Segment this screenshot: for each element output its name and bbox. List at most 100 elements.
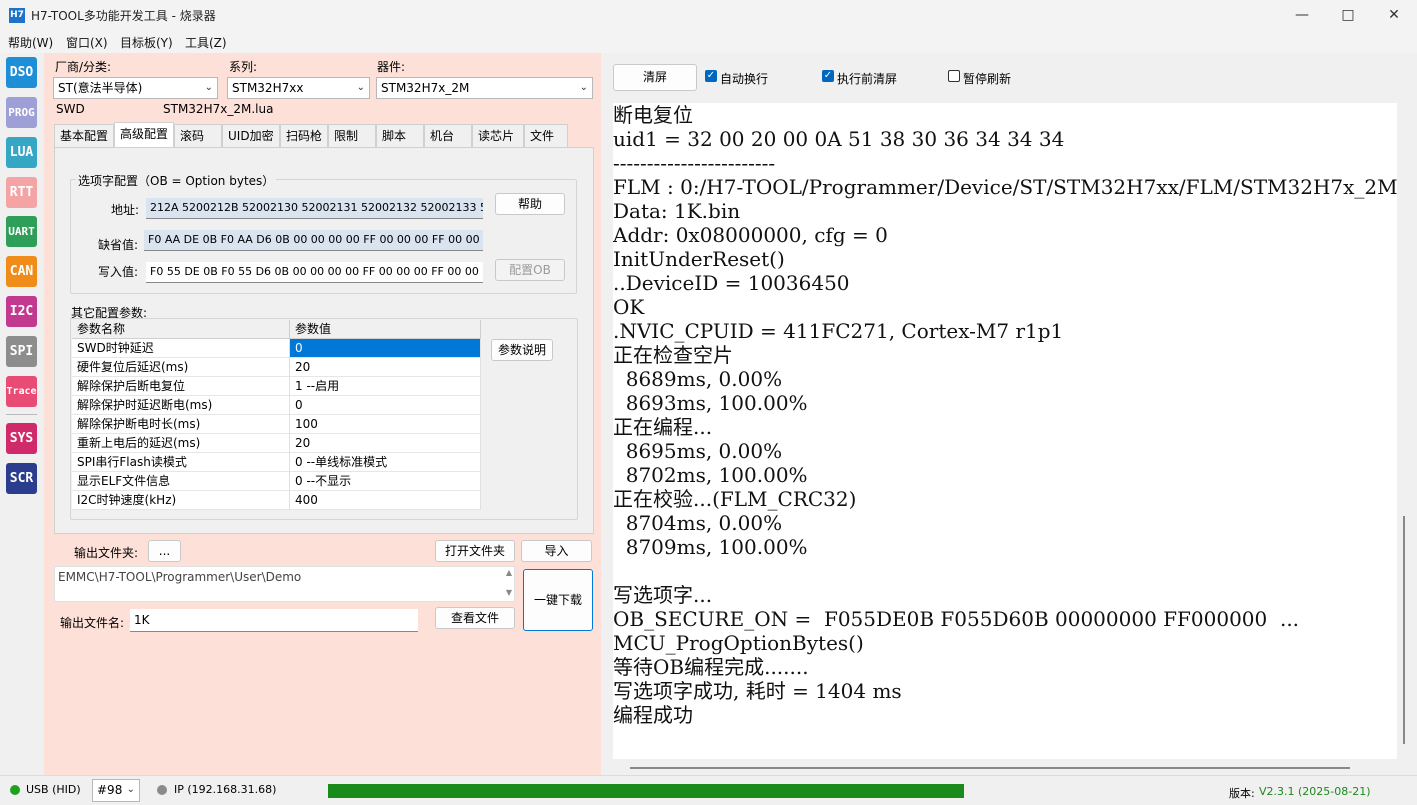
clear-screen-button[interactable]: 清屏 [613, 64, 697, 91]
tab-script[interactable]: 脚本 [376, 124, 424, 147]
chevron-down-icon: ⌄ [356, 82, 365, 93]
log-line: ..DeviceID = 10036450 [613, 271, 850, 295]
interface-label: SWD [56, 102, 85, 116]
import-button[interactable]: 导入 [521, 540, 592, 562]
menu-tools[interactable]: 工具(Z) [185, 34, 227, 51]
param-value-cell[interactable]: 0 [290, 396, 481, 415]
ob-default-field[interactable]: F0 AA DE 0B F0 AA D6 0B 00 00 00 00 FF 0… [144, 230, 483, 251]
menu-bar: 帮助(W) 窗口(X) 目标板(Y) 工具(Z) [0, 31, 1417, 53]
chevron-down-icon: ⌄ [126, 784, 135, 795]
tab-advanced-config[interactable]: 高级配置 [114, 122, 174, 147]
param-value-cell[interactable]: 100 [290, 415, 481, 434]
device-select[interactable]: STM32H7x_2M ⌄ [376, 77, 593, 99]
ip-status-label: IP (192.168.31.68) [174, 783, 277, 796]
output-path-value: EMMC\H7-TOOL\Programmer\User\Demo [58, 570, 302, 584]
output-path-field[interactable]: EMMC\H7-TOOL\Programmer\User\Demo ▲ ▼ [54, 566, 515, 602]
menu-window[interactable]: 窗口(X) [66, 34, 108, 51]
network-status-icon [157, 785, 167, 795]
param-name-cell: 重新上电后的延迟(ms) [72, 434, 290, 453]
tool-prog-button[interactable]: PROG [6, 97, 37, 128]
param-name-cell: I2C时钟速度(kHz) [72, 491, 290, 510]
auto-wrap-label: 自动换行 [720, 72, 769, 86]
status-bar: USB (HID) #98 ⌄ IP (192.168.31.68) 版本: V… [0, 775, 1417, 805]
menu-target-board[interactable]: 目标板(Y) [120, 34, 173, 51]
tab-rolling-code[interactable]: 滚码 [174, 124, 222, 147]
param-value-cell[interactable]: 0 [290, 339, 481, 358]
window-title: H7-TOOL多功能开发工具 - 烧录器 [31, 9, 216, 23]
param-value-cell[interactable]: 1 --启用 [290, 377, 481, 396]
tab-file[interactable]: 文件 [524, 124, 568, 147]
menu-help[interactable]: 帮助(W) [8, 34, 53, 51]
tool-trace-button[interactable]: Trace [6, 376, 37, 407]
param-name-cell: 硬件复位后延迟(ms) [72, 358, 290, 377]
minimize-icon[interactable]: — [1279, 2, 1325, 28]
vendor-select[interactable]: ST(意法半导体) ⌄ [53, 77, 218, 99]
log-line: 8709ms, 100.00% [613, 535, 808, 559]
param-value-cell[interactable]: 0 --单线标准模式 [290, 453, 481, 472]
log-line: 8695ms, 0.00% [613, 439, 783, 463]
port-select[interactable]: #98 ⌄ [92, 779, 140, 802]
log-line: 8693ms, 100.00% [613, 391, 808, 415]
browse-folder-button[interactable]: ... [148, 540, 181, 562]
pause-refresh-checkbox[interactable] [948, 70, 960, 82]
tab-read-chip[interactable]: 读芯片 [472, 124, 524, 147]
open-folder-button[interactable]: 打开文件夹 [435, 540, 515, 562]
maximize-icon[interactable]: □ [1325, 2, 1371, 28]
param-name-cell: SPI串行Flash读模式 [72, 453, 290, 472]
usb-status-label: USB (HID) [26, 783, 81, 796]
series-select[interactable]: STM32H7xx ⌄ [227, 77, 370, 99]
log-line: FLM : 0:/H7-TOOL/Programmer/Device/ST/ST… [613, 175, 1397, 199]
vendor-label: 厂商/分类: [55, 60, 112, 74]
tool-dso-button[interactable]: DSO [6, 57, 37, 88]
progress-fill [328, 784, 964, 798]
option-bytes-title: 选项字配置（OB = Option bytes） [76, 172, 277, 189]
tool-i2c-button[interactable]: I2C [6, 296, 37, 327]
clear-before-exec-checkbox[interactable]: ✓ [822, 70, 834, 82]
log-line: OB_SECURE_ON = F055DE0B F055D60B 0000000… [613, 607, 1300, 631]
one-click-download-button[interactable]: 一键下载 [523, 569, 593, 631]
tool-can-button[interactable]: CAN [6, 256, 37, 287]
vendor-select-value: ST(意法半导体) [58, 81, 143, 95]
tool-rtt-button[interactable]: RTT [6, 177, 37, 208]
log-line: 写选项字... [613, 583, 713, 607]
tab-basic-config[interactable]: 基本配置 [54, 124, 114, 147]
scroll-up-icon[interactable]: ▲ [506, 568, 512, 577]
scroll-down-icon[interactable]: ▼ [506, 588, 512, 597]
log-output[interactable]: 断电复位 uid1 = 32 00 20 00 0A 51 38 30 36 34… [613, 103, 1397, 759]
tool-uart-button[interactable]: UART [6, 216, 37, 247]
tool-lua-button[interactable]: LUA [6, 137, 37, 168]
output-filename-field[interactable]: 1K [130, 609, 418, 632]
param-value-cell[interactable]: 0 --不显示 [290, 472, 481, 491]
config-ob-button[interactable]: 配置OB [495, 259, 565, 281]
ob-address-label: 地址: [111, 203, 140, 217]
log-horizontal-scrollbar[interactable] [630, 767, 1350, 769]
params-grid: 参数名称 参数值 SWD时钟延迟 0 硬件复位后延迟(ms) 20 解除保护后断电复位 1… [72, 320, 481, 510]
param-value-cell[interactable]: 20 [290, 358, 481, 377]
tab-scanner[interactable]: 扫码枪 [280, 124, 328, 147]
log-line: 正在编程... [613, 415, 713, 439]
log-line: Data: 1K.bin [613, 199, 741, 223]
pause-refresh-label: 暂停刷新 [963, 72, 1012, 86]
version-value: V2.3.1 (2025-08-21) [1259, 785, 1371, 798]
auto-wrap-checkbox[interactable]: ✓ [705, 70, 717, 82]
tab-machine[interactable]: 机台 [424, 124, 472, 147]
close-icon[interactable]: ✕ [1371, 2, 1417, 28]
ob-address-field[interactable]: 212A 5200212B 52002130 52002131 52002132… [146, 198, 483, 219]
param-explain-button[interactable]: 参数说明 [491, 339, 553, 361]
tool-spi-button[interactable]: SPI [6, 336, 37, 367]
log-line: 正在校验...(FLM_CRC32) [613, 487, 857, 511]
param-value-cell[interactable]: 20 [290, 434, 481, 453]
download-progress-bar [328, 784, 964, 798]
tool-scr-button[interactable]: SCR [6, 463, 37, 494]
param-value-cell[interactable]: 400 [290, 491, 481, 510]
log-vertical-scrollbar[interactable] [1403, 516, 1405, 744]
tab-limit[interactable]: 限制 [328, 124, 376, 147]
output-filename-label: 输出文件名: [60, 616, 125, 630]
log-line: 写选项字成功, 耗时 = 1404 ms [613, 679, 902, 703]
tool-sys-button[interactable]: SYS [6, 423, 37, 454]
ob-help-button[interactable]: 帮助 [495, 193, 565, 215]
ob-write-field[interactable]: F0 55 DE 0B F0 55 D6 0B 00 00 00 00 FF 0… [146, 262, 483, 283]
tab-uid-encrypt[interactable]: UID加密 [222, 124, 280, 147]
view-file-button[interactable]: 查看文件 [435, 607, 515, 629]
param-name-cell: 显示ELF文件信息 [72, 472, 290, 491]
